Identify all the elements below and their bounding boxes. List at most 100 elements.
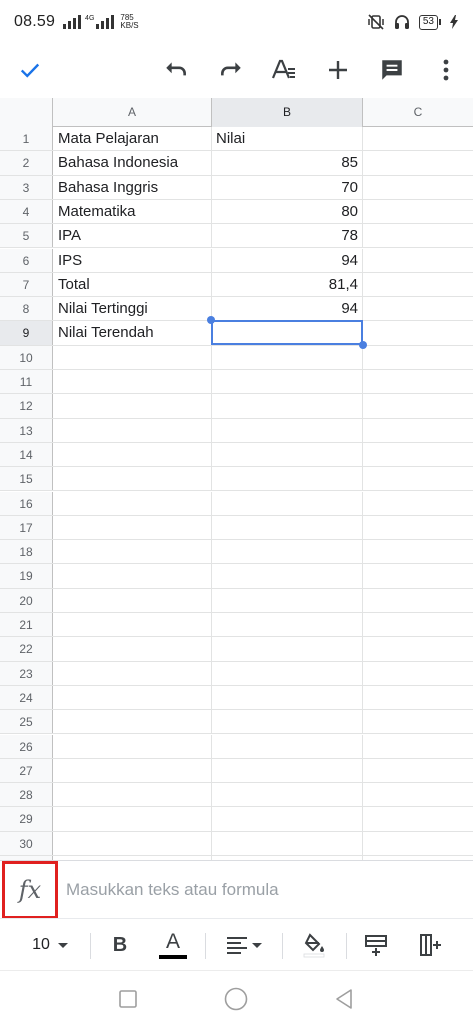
comment-button[interactable] [374,52,410,88]
cell-a[interactable]: IPS [53,248,212,272]
row-header[interactable]: 21 [0,613,53,637]
bold-button[interactable]: B [103,927,137,963]
cell-c[interactable] [363,492,473,515]
cell-c[interactable] [363,686,473,709]
cell-b[interactable] [212,734,363,758]
cell-c[interactable] [363,151,473,174]
cell-b[interactable] [212,758,363,783]
done-button[interactable] [12,52,48,88]
cell-b[interactable]: 85 [212,151,363,175]
column-header-a[interactable]: A [53,98,212,127]
fill-color-button[interactable] [296,927,332,963]
cell-b[interactable] [212,783,363,807]
cell-b[interactable] [212,710,363,734]
cell-c[interactable] [363,589,473,612]
cell-c[interactable] [363,224,473,247]
row-header[interactable]: 16 [0,491,53,515]
cell-a[interactable] [53,734,212,758]
cell-b[interactable]: 80 [212,199,363,224]
cell-b[interactable] [212,345,363,369]
cell-c[interactable] [363,467,473,490]
cell-a[interactable] [53,345,212,369]
row-header[interactable]: 18 [0,540,53,564]
row-header[interactable]: 23 [0,661,53,685]
cell-c[interactable] [363,176,473,199]
row-header[interactable]: 30 [0,831,53,855]
cell-b[interactable] [212,515,363,540]
cell-c[interactable] [363,419,473,442]
cell-b[interactable] [212,321,363,345]
row-header[interactable]: 2 [0,151,53,175]
row-header[interactable]: 28 [0,783,53,807]
cell-a[interactable] [53,661,212,685]
row-header[interactable]: 15 [0,467,53,491]
cell-b[interactable]: 94 [212,248,363,272]
cell-b[interactable] [212,467,363,491]
cell-b[interactable]: 94 [212,297,363,321]
row-header[interactable]: 4 [0,199,53,224]
more-button[interactable] [428,52,464,88]
row-header[interactable]: 10 [0,345,53,369]
cell-a[interactable]: Mata Pelajaran [53,127,212,151]
cell-a[interactable]: Total [53,272,212,297]
cell-a[interactable] [53,637,212,661]
cell-b[interactable]: Nilai [212,127,363,151]
cell-a[interactable]: Matematika [53,199,212,224]
font-size-dropdown[interactable]: 10 [26,927,76,963]
row-header[interactable]: 22 [0,637,53,661]
formula-input[interactable] [66,877,456,903]
insert-row-button[interactable] [358,927,394,963]
column-header-c[interactable]: C [363,98,473,127]
row-header[interactable]: 1 [0,127,53,151]
row-header[interactable]: 5 [0,224,53,248]
undo-button[interactable] [158,52,194,88]
text-color-button[interactable]: A [154,927,192,963]
row-header[interactable]: 17 [0,515,53,540]
cell-c[interactable] [363,394,473,417]
recents-button[interactable] [114,985,142,1013]
cell-c[interactable] [363,783,473,806]
cell-b[interactable]: 70 [212,175,363,199]
cell-a[interactable] [53,515,212,540]
cell-b[interactable] [212,807,363,831]
cell-a[interactable] [53,442,212,467]
cell-b[interactable] [212,637,363,661]
cell-c[interactable] [363,200,473,223]
cell-a[interactable] [53,564,212,588]
row-header[interactable]: 6 [0,248,53,272]
cell-a[interactable] [53,588,212,612]
cell-c[interactable] [363,370,473,393]
row-header[interactable]: 14 [0,442,53,467]
cell-c[interactable] [363,127,473,150]
row-header[interactable]: 3 [0,175,53,199]
cell-c[interactable] [363,735,473,758]
cell-a[interactable]: Nilai Terendah [53,321,212,345]
cell-a[interactable]: IPA [53,224,212,248]
cell-a[interactable] [53,394,212,418]
cell-c[interactable] [363,273,473,296]
insert-button[interactable] [320,52,356,88]
cell-c[interactable] [363,346,473,369]
cell-b[interactable] [212,540,363,564]
cell-a[interactable] [53,807,212,831]
cell-a[interactable] [53,710,212,734]
cell-c[interactable] [363,832,473,855]
cell-b[interactable] [212,613,363,637]
column-header-b[interactable]: B [212,98,363,127]
align-button[interactable] [220,927,268,963]
cell-a[interactable] [53,613,212,637]
insert-column-button[interactable] [412,927,448,963]
cell-a[interactable]: Bahasa Inggris [53,175,212,199]
cell-b[interactable] [212,418,363,442]
row-header[interactable]: 27 [0,758,53,783]
row-header[interactable]: 9 [0,321,53,345]
cell-b[interactable] [212,564,363,588]
cell-a[interactable]: Bahasa Indonesia [53,151,212,175]
row-header[interactable]: 20 [0,588,53,612]
cell-a[interactable] [53,467,212,491]
cell-c[interactable] [363,249,473,272]
cell-b[interactable]: 78 [212,224,363,248]
row-header[interactable]: 19 [0,564,53,588]
cell-a[interactable] [53,540,212,564]
redo-button[interactable] [213,52,249,88]
